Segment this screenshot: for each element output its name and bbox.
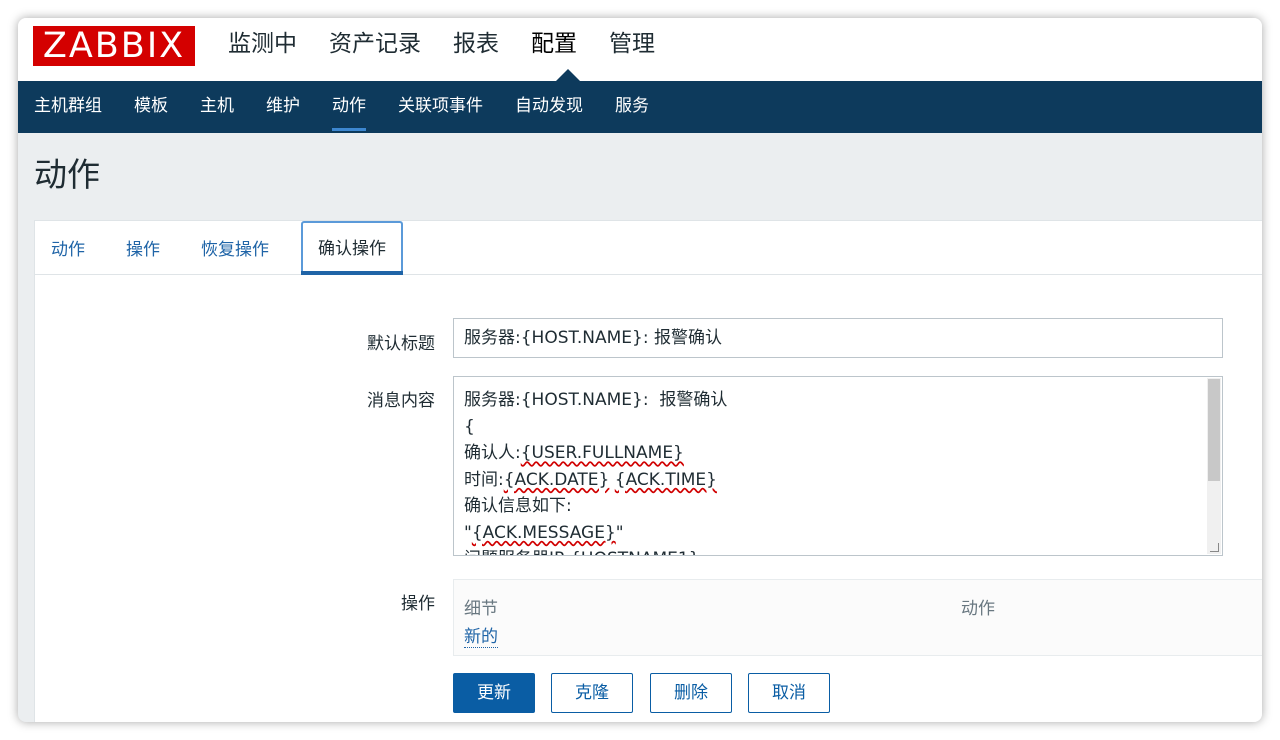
- message-line: 确认信息如下:: [464, 496, 572, 516]
- action-form-panel: 动作 操作 恢复操作 确认操作 默认标题 服务器:{HOST.NAME}: 报警…: [34, 220, 1262, 722]
- col-details-header: 细节: [464, 599, 498, 619]
- message-line-text: ": [615, 522, 624, 543]
- message-line: 服务器:{HOST.NAME}: 报警确认: [464, 390, 728, 410]
- submenu-event-correlation[interactable]: 关联项事件: [382, 81, 499, 133]
- message-line-text: 时间:: [464, 469, 504, 490]
- col-action-header: 动作: [961, 599, 995, 619]
- submenu-hosts[interactable]: 主机: [184, 81, 250, 133]
- message-line: 时间:{ACK.DATE} {ACK.TIME}: [464, 467, 1212, 494]
- message-line: 确认人:{USER.FULLNAME}: [464, 440, 1212, 467]
- message-line: {: [464, 416, 475, 437]
- tab-bar: 动作 操作 恢复操作 确认操作: [35, 221, 1262, 275]
- tab-acknowledge-operations[interactable]: 确认操作: [301, 221, 403, 275]
- message-label: 消息内容: [367, 391, 435, 411]
- message-line-text: ": [464, 522, 472, 543]
- message-textarea[interactable]: 服务器:{HOST.NAME}: 报警确认 { 确认人:{USER.FULLNAME…: [453, 376, 1223, 556]
- message-macro: {USER.FULLNAME}: [520, 443, 684, 463]
- resize-grip-icon[interactable]: [1210, 543, 1219, 552]
- message-macro: {ACK.DATE}: [503, 469, 610, 490]
- scrollbar-thumb[interactable]: [1208, 379, 1220, 481]
- top-header: ZABBIX 监测中 资产记录 报表 配置 管理: [18, 18, 1262, 81]
- app-window: ZABBIX 监测中 资产记录 报表 配置 管理 主机群组 模板 主机 维护 动…: [18, 18, 1262, 722]
- submenu-discovery[interactable]: 自动发现: [499, 81, 599, 133]
- active-menu-caret-icon: [556, 69, 580, 81]
- cancel-button[interactable]: 取消: [748, 673, 830, 713]
- textarea-scrollbar[interactable]: [1207, 378, 1221, 554]
- update-button[interactable]: 更新: [453, 673, 535, 713]
- page-title: 动作: [34, 155, 100, 194]
- message-line-text: 确认人:: [464, 443, 521, 463]
- main-menu: 监测中 资产记录 报表 配置 管理: [228, 28, 687, 68]
- delete-button[interactable]: 删除: [650, 673, 732, 713]
- tab-action[interactable]: 动作: [51, 235, 85, 260]
- new-operation-link[interactable]: 新的: [464, 622, 498, 648]
- submenu-host-groups[interactable]: 主机群组: [18, 81, 118, 133]
- message-macro: {ACK.MESSAGE}: [471, 522, 616, 543]
- clone-button[interactable]: 克隆: [551, 673, 633, 713]
- message-line: 问题服务器IP:{HOSTNAME1}: [464, 546, 1212, 555]
- default-subject-input[interactable]: 服务器:{HOST.NAME}: 报警确认: [453, 318, 1223, 358]
- submenu-actions[interactable]: 动作: [316, 81, 382, 133]
- menu-administration[interactable]: 管理: [609, 28, 655, 68]
- menu-configuration[interactable]: 配置: [531, 28, 577, 68]
- operations-label: 操作: [401, 594, 435, 614]
- default-subject-label: 默认标题: [367, 334, 435, 354]
- message-content: 服务器:{HOST.NAME}: 报警确认 { 确认人:{USER.FULLNAME…: [454, 377, 1222, 555]
- submenu-templates[interactable]: 模板: [118, 81, 184, 133]
- message-line: "{ACK.MESSAGE}": [464, 520, 1212, 547]
- tab-recovery-operations[interactable]: 恢复操作: [201, 235, 269, 260]
- menu-monitoring[interactable]: 监测中: [228, 28, 297, 68]
- operations-table: 细节 动作 新的: [453, 579, 1262, 656]
- menu-inventory[interactable]: 资产记录: [329, 28, 421, 68]
- zabbix-logo[interactable]: ZABBIX: [33, 26, 195, 66]
- message-macro: {ACK.TIME}: [614, 469, 717, 490]
- submenu-services[interactable]: 服务: [599, 81, 665, 133]
- submenu-maintenance[interactable]: 维护: [250, 81, 316, 133]
- sub-menu: 主机群组 模板 主机 维护 动作 关联项事件 自动发现 服务: [18, 81, 1262, 133]
- tab-operations[interactable]: 操作: [126, 235, 160, 260]
- menu-reports[interactable]: 报表: [453, 28, 499, 68]
